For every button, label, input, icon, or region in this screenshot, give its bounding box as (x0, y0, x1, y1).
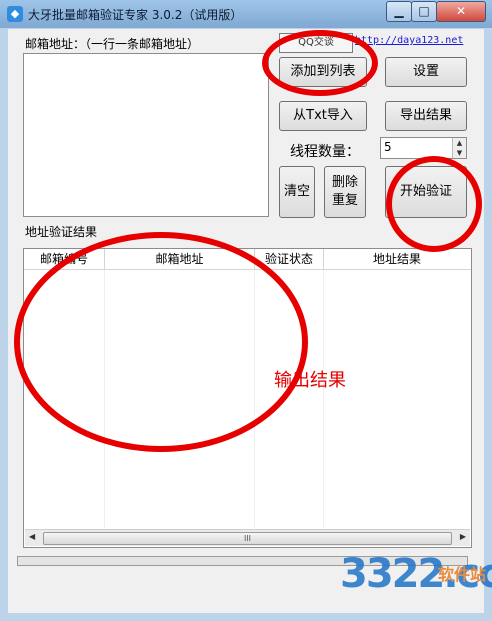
window-title: 大牙批量邮箱验证专家 3.0.2（试用版） (28, 8, 243, 22)
remove-duplicates-button[interactable]: 删除重复 (324, 166, 366, 218)
scroll-thumb[interactable]: III (43, 532, 452, 545)
watermark-logo: 3322.cc 软件站 (340, 551, 492, 597)
title-bar: ◆ 大牙批量邮箱验证专家 3.0.2（试用版） ▁ □ ✕ (0, 0, 492, 28)
column-divider (104, 270, 105, 528)
column-header[interactable]: 地址结果 (324, 249, 470, 269)
column-header[interactable]: 邮箱编号 (24, 249, 105, 269)
clear-button-label: 清空 (283, 184, 310, 199)
column-header[interactable]: 邮箱地址 (105, 249, 255, 269)
qq-chat-button[interactable]: QQ交谈 (279, 33, 353, 53)
app-window: ◆ 大牙批量邮箱验证专家 3.0.2（试用版） ▁ □ ✕ 邮箱地址：（一行一条… (0, 0, 492, 621)
thread-count-value: 5 (384, 140, 392, 154)
app-icon: ◆ (7, 6, 23, 22)
annotation-output-text: 输出结果 (274, 370, 346, 391)
minimize-button[interactable]: ▁ (386, 1, 412, 22)
close-button[interactable]: ✕ (436, 1, 486, 22)
maximize-button[interactable]: □ (411, 1, 437, 22)
watermark-sub: 软件站 (438, 565, 487, 584)
scroll-right-icon[interactable]: ▶ (460, 532, 466, 541)
settings-button[interactable]: 设置 (385, 57, 467, 87)
start-verify-button[interactable]: 开始验证 (385, 166, 467, 218)
column-divider (323, 270, 324, 528)
email-input-label: 邮箱地址：（一行一条邮箱地址） (25, 37, 200, 51)
scroll-left-icon[interactable]: ◀ (29, 532, 35, 541)
start-verify-label: 开始验证 (399, 184, 452, 199)
results-table[interactable]: 邮箱编号 邮箱地址 验证状态 地址结果 ◀ III ▶ (23, 248, 472, 548)
email-input-area[interactable] (23, 53, 269, 217)
horizontal-scrollbar[interactable]: ◀ III ▶ (25, 529, 470, 546)
column-header[interactable]: 验证状态 (255, 249, 324, 269)
remove-duplicates-label: 删除重复 (331, 175, 358, 208)
thread-count-stepper[interactable]: 5 ▲ ▼ (380, 137, 467, 159)
thread-count-label: 线程数量： (290, 144, 360, 160)
export-results-button[interactable]: 导出结果 (385, 101, 467, 131)
add-to-list-button[interactable]: 添加到列表 (279, 57, 367, 87)
clear-button[interactable]: 清空 (279, 166, 315, 218)
table-header: 邮箱编号 邮箱地址 验证状态 地址结果 (24, 249, 471, 270)
import-txt-button[interactable]: 从Txt导入 (279, 101, 367, 131)
client-area: 邮箱地址：（一行一条邮箱地址） QQ交谈 http://daya123.net … (8, 29, 484, 613)
website-link[interactable]: http://daya123.net (355, 35, 463, 46)
column-divider (254, 270, 255, 528)
stepper-arrows-icon[interactable]: ▲ ▼ (452, 138, 466, 158)
results-label: 地址验证结果 (25, 225, 98, 239)
